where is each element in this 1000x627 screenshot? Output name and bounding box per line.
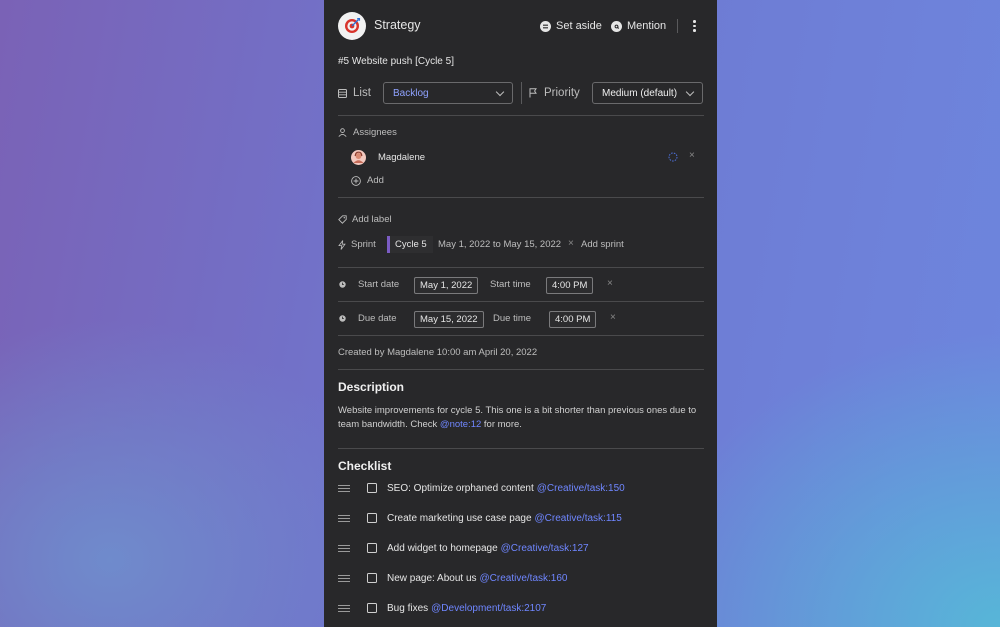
plus-circle-icon — [351, 175, 361, 186]
checklist-item-text: SEO: Optimize orphaned content — [387, 482, 534, 494]
task-link[interactable]: @Creative/task:150 — [537, 483, 625, 494]
field-divider — [521, 82, 522, 104]
task-link[interactable]: @Development/task:2107 — [431, 603, 546, 614]
remove-sprint-button[interactable]: × — [568, 238, 574, 249]
checkbox[interactable] — [367, 573, 377, 583]
sprint-label: Sprint — [351, 239, 376, 250]
drag-handle-icon[interactable] — [338, 544, 350, 552]
target-icon — [345, 17, 361, 33]
checklist-heading: Checklist — [338, 459, 392, 473]
clear-due-button[interactable]: × — [610, 312, 616, 323]
checkbox[interactable] — [367, 513, 377, 523]
divider — [338, 267, 704, 268]
checklist-item[interactable]: Add widget to homepage @Creative/task:127 — [338, 541, 698, 555]
start-time-label: Start time — [490, 279, 531, 290]
list-select[interactable]: Backlog — [383, 82, 513, 104]
created-info: Created by Magdalene 10:00 am April 20, … — [338, 347, 538, 358]
due-time-input[interactable]: 4:00 PM — [549, 311, 597, 328]
add-assignee-button[interactable]: Add — [351, 175, 384, 186]
list-value: Backlog — [393, 87, 429, 99]
checklist-item[interactable]: Bug fixes @Development/task:2107 — [338, 601, 698, 615]
mention-icon — [611, 20, 622, 32]
priority-select[interactable]: Medium (default) — [592, 82, 703, 104]
priority-label: Priority — [544, 87, 580, 99]
due-date-input[interactable]: May 15, 2022 — [414, 311, 484, 328]
description-heading: Description — [338, 380, 405, 394]
sprint-range: May 1, 2022 to May 15, 2022 — [438, 239, 562, 250]
assignees-label: Assignees — [353, 127, 397, 138]
note-link[interactable]: @note:12 — [440, 419, 481, 430]
add-label-text: Add label — [352, 214, 392, 225]
drag-handle-icon[interactable] — [338, 484, 350, 492]
set-aside-button[interactable]: Set aside — [540, 20, 602, 32]
drag-handle-icon[interactable] — [338, 604, 350, 612]
mention-button[interactable]: Mention — [611, 20, 666, 32]
divider — [338, 115, 704, 116]
flag-icon — [529, 88, 537, 98]
drag-handle-icon[interactable] — [338, 514, 350, 522]
checklist-item-text: New page: About us — [387, 572, 477, 584]
list-field-label: List — [338, 87, 371, 99]
chevron-down-icon — [685, 87, 695, 96]
loading-icon — [668, 152, 678, 162]
start-time-input[interactable]: 4:00 PM — [546, 277, 594, 294]
task-detail-panel: Strategy Set aside Mention #5 Website pu… — [324, 0, 717, 627]
checklist-item[interactable]: SEO: Optimize orphaned content @Creative/… — [338, 481, 698, 495]
assignee-row[interactable]: Magdalene × — [351, 149, 701, 165]
divider — [338, 369, 704, 370]
divider — [338, 335, 704, 336]
checklist-item[interactable]: Create marketing use case page @Creative/… — [338, 511, 698, 525]
add-sprint-button[interactable]: Add sprint — [581, 239, 624, 250]
due-time-label: Due time — [493, 313, 532, 324]
chevron-down-icon — [495, 87, 505, 96]
drag-handle-icon[interactable] — [338, 574, 350, 582]
sprint-field-label: Sprint — [338, 239, 376, 250]
header-divider — [677, 19, 678, 33]
task-link[interactable]: @Creative/task:160 — [480, 573, 568, 584]
task-link[interactable]: @Creative/task:115 — [535, 513, 622, 524]
lightning-icon — [338, 239, 346, 250]
remove-assignee-button[interactable]: × — [689, 150, 695, 161]
avatar — [351, 149, 366, 165]
list-icon — [338, 88, 347, 98]
assignee-name: Magdalene — [378, 151, 426, 163]
clear-start-button[interactable]: × — [607, 278, 613, 289]
checkbox[interactable] — [367, 543, 377, 553]
start-date-label: Start date — [358, 279, 400, 290]
clock-icon — [339, 315, 346, 322]
add-assignee-label: Add — [367, 175, 384, 186]
person-icon — [338, 128, 347, 137]
add-label-button[interactable]: Add label — [338, 214, 392, 225]
task-link[interactable]: @Creative/task:127 — [501, 543, 589, 554]
description-text[interactable]: Website improvements for cycle 5. This o… — [338, 404, 698, 432]
checkbox[interactable] — [367, 603, 377, 613]
list-label: List — [353, 87, 371, 99]
checkbox[interactable] — [367, 483, 377, 493]
clock-icon — [339, 281, 346, 288]
divider — [338, 197, 704, 198]
task-title[interactable]: #5 Website push [Cycle 5] — [338, 56, 454, 67]
project-name[interactable]: Strategy — [374, 18, 421, 32]
checklist-item-text: Bug fixes — [387, 602, 429, 614]
divider — [338, 448, 704, 449]
description-tail: for more. — [481, 419, 522, 430]
checklist-item[interactable]: New page: About us @Creative/task:160 — [338, 571, 698, 585]
start-date-input[interactable]: May 1, 2022 — [414, 277, 479, 294]
priority-field-label: Priority — [529, 87, 580, 99]
sprint-chip[interactable]: Cycle 5 — [387, 236, 433, 253]
divider — [338, 301, 704, 302]
set-aside-icon — [540, 20, 551, 32]
assignees-header: Assignees — [338, 127, 397, 138]
priority-value: Medium (default) — [602, 87, 678, 99]
sprint-name: Cycle 5 — [395, 239, 427, 250]
checklist-item-text: Create marketing use case page — [387, 512, 532, 524]
kebab-icon[interactable] — [693, 20, 696, 32]
project-logo[interactable] — [338, 12, 366, 40]
set-aside-label: Set aside — [556, 20, 602, 32]
tag-icon — [338, 215, 347, 224]
checklist-item-text: Add widget to homepage — [387, 542, 498, 554]
due-date-label: Due date — [358, 313, 397, 324]
mention-label: Mention — [627, 20, 667, 32]
